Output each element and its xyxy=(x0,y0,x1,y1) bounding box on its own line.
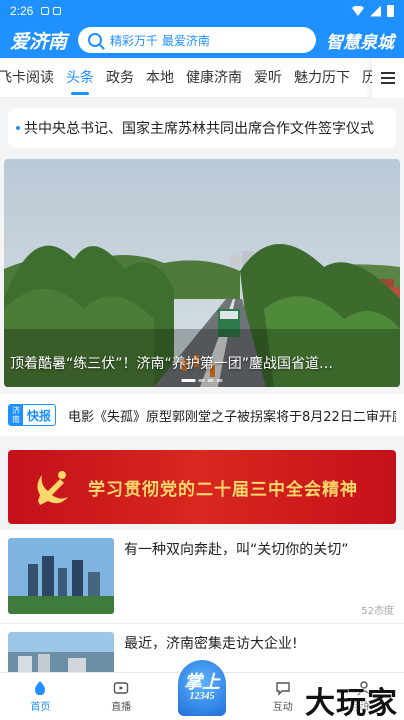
battery-icon xyxy=(387,5,394,17)
flash-text: 电影《失孤》原型郭刚堂之子被拐案将于8月22日二审开庭 xyxy=(68,409,396,425)
flash-badge-label: 快报 xyxy=(27,408,52,423)
headline-ticker[interactable]: 共中央总书记、国家主席苏林共同出席合作文件签字仪式 xyxy=(8,108,396,148)
nav-home-label: 首页 xyxy=(30,702,51,713)
live-icon xyxy=(113,682,129,694)
flash-badge-city: 济南 xyxy=(9,405,23,425)
promo-text: 学习贯彻党的二十届三中全会精神 xyxy=(88,479,358,500)
carousel-dot xyxy=(207,379,214,382)
app-logo[interactable]: 爱济南 xyxy=(10,27,70,54)
carousel-indicator xyxy=(181,379,223,382)
watermark: 大玩家 xyxy=(305,686,398,720)
status-time: 2:26 xyxy=(10,4,34,18)
search-placeholder: 精彩万千 最爱济南 xyxy=(110,33,210,48)
hotline-12345-icon[interactable]: 掌上 12345 xyxy=(178,660,226,716)
nav-live-label: 直播 xyxy=(111,702,132,713)
news-thumbnail xyxy=(8,538,114,614)
notification-icon xyxy=(53,7,62,15)
tab-headlines[interactable]: 头条 xyxy=(60,58,100,98)
carousel-dot xyxy=(181,379,196,382)
signal-icon xyxy=(370,5,381,17)
carousel-dot xyxy=(198,379,205,382)
tab-listen[interactable]: 爱听 xyxy=(248,58,288,98)
hotline-badge-line1: 掌上 xyxy=(184,672,220,692)
nav-live[interactable]: 直播 xyxy=(81,673,162,720)
search-icon xyxy=(88,33,102,47)
feed[interactable]: 共中央总书记、国家主席苏林共同出席合作文件签字仪式 顶着酷暑“练三伏”！济南“养… xyxy=(0,98,404,672)
wifi-icon xyxy=(352,6,364,16)
smart-city-logo[interactable]: 智慧泉城 xyxy=(326,28,394,53)
notification-icon xyxy=(41,7,50,15)
tab-lixia[interactable]: 魅力历下 xyxy=(288,58,356,98)
nav-home[interactable]: 首页 xyxy=(0,673,81,720)
chat-icon xyxy=(276,682,290,696)
menu-icon xyxy=(381,71,395,84)
status-bar: 2:26 xyxy=(0,0,404,22)
news-title: 有一种双向奔赴，叫“关切你的关切” xyxy=(124,542,349,558)
news-item[interactable]: 有一种双向奔赴，叫“关切你的关切” 52态度 xyxy=(0,530,404,624)
banner-carousel[interactable]: 顶着酷暑“练三伏”！济南“养护第一团”鏖战国省道… xyxy=(4,159,400,387)
flash-badge: 济南 快报 xyxy=(8,404,57,426)
tab-government[interactable]: 政务 xyxy=(100,58,140,98)
bullet-icon xyxy=(16,126,20,130)
news-source: 52态度 xyxy=(361,606,394,617)
hotline-badge-line2: 12345 xyxy=(189,691,215,702)
tab-health[interactable]: 健康济南 xyxy=(180,58,248,98)
banner-caption: 顶着酷暑“练三伏”！济南“养护第一团”鏖战国省道… xyxy=(10,356,334,372)
nav-interact-label: 互动 xyxy=(272,702,293,713)
headline-text: 共中央总书记、国家主席苏林共同出席合作文件签字仪式 xyxy=(24,121,374,137)
party-emblem-icon xyxy=(37,471,68,505)
news-list: 有一种双向奔赴，叫“关切你的关切” 52态度 最近，济南密集走访大企业! xyxy=(0,530,404,672)
tab-li[interactable]: 历 xyxy=(356,58,372,98)
home-icon xyxy=(35,681,46,695)
status-right xyxy=(352,5,394,17)
tab-local[interactable]: 本地 xyxy=(140,58,180,98)
carousel-dot xyxy=(216,379,223,382)
promo-banner[interactable]: 学习贯彻党的二十届三中全会精神 xyxy=(8,450,396,524)
tab-feika[interactable]: 飞卡阅读 xyxy=(0,58,60,98)
search-input[interactable]: 精彩万千 最爱济南 xyxy=(78,27,316,53)
news-thumbnail xyxy=(8,632,114,672)
notification-icons xyxy=(41,7,62,15)
flash-news[interactable]: 济南 快报 电影《失孤》原型郭刚堂之子被拐案将于8月22日二审开庭 xyxy=(0,394,404,436)
channel-tabs: 飞卡阅读 头条 政务 本地 健康济南 爱听 魅力历下 历 xyxy=(0,57,404,98)
app-header: 爱济南 精彩万千 最爱济南 智慧泉城 xyxy=(0,22,404,58)
news-title: 最近，济南密集走访大企业! xyxy=(124,636,298,652)
tabs-track: 飞卡阅读 头条 政务 本地 健康济南 爱听 魅力历下 历 xyxy=(0,58,372,98)
channel-menu-button[interactable] xyxy=(372,57,404,98)
